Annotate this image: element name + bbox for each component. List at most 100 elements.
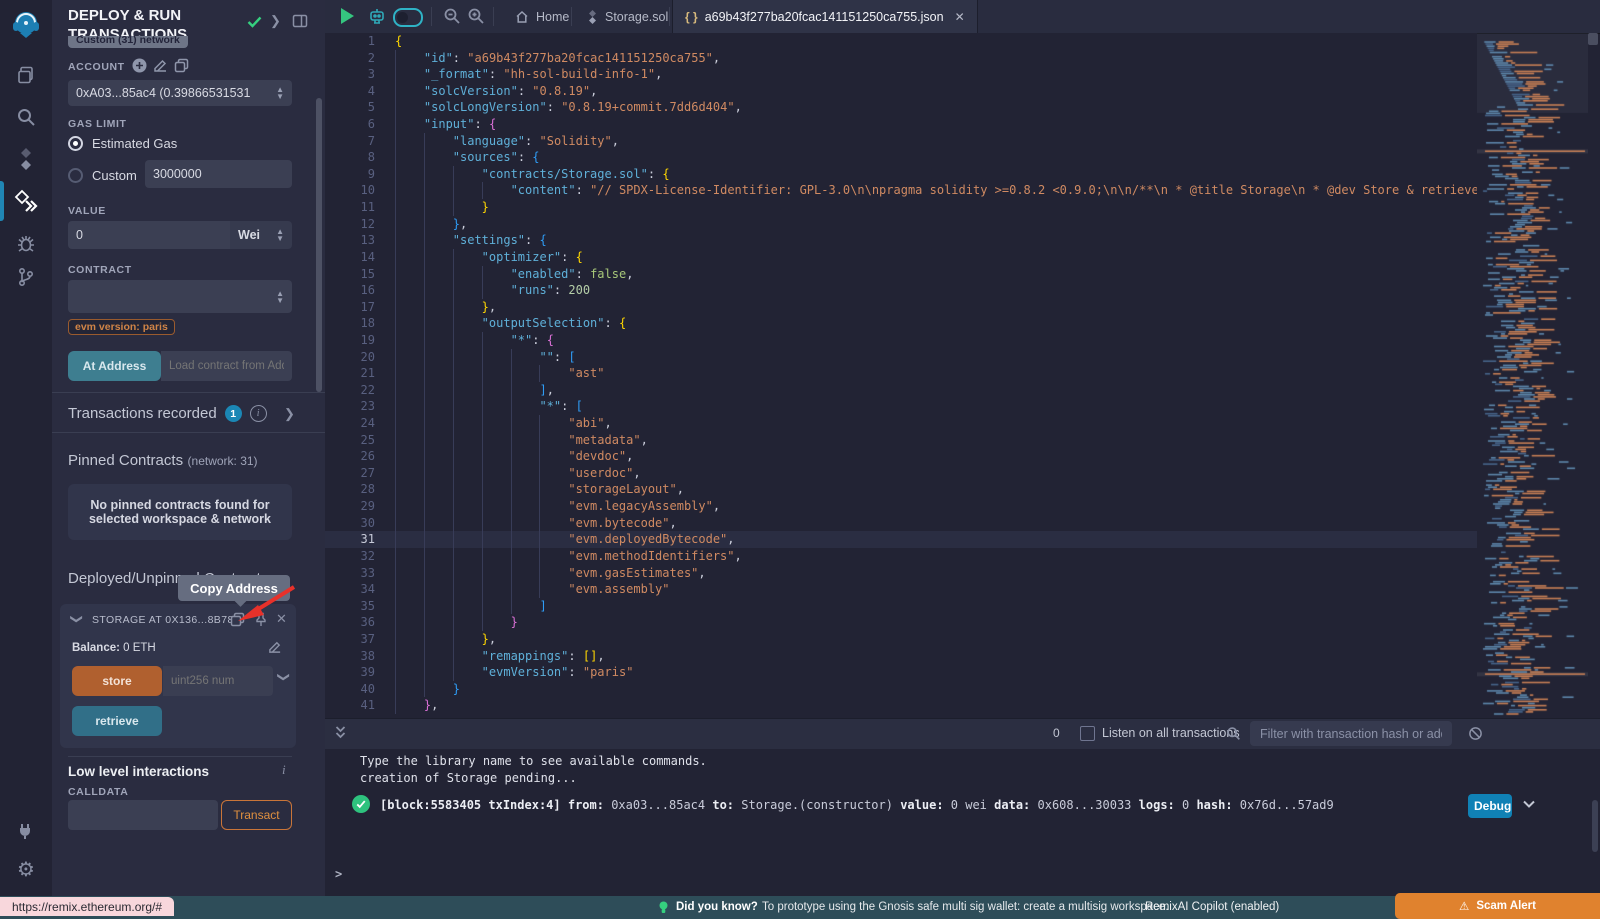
code-line[interactable]: 9"contracts/Storage.sol": {: [325, 166, 1477, 183]
zoom-out-icon[interactable]: [443, 7, 461, 30]
scam-alert-button[interactable]: ⚠ Scam Alert: [1395, 893, 1600, 919]
code-line[interactable]: 24"abi",: [325, 415, 1477, 432]
code-line[interactable]: 25"metadata",: [325, 432, 1477, 449]
code-line[interactable]: 11}: [325, 199, 1477, 216]
code-line[interactable]: 39"evmVersion": "paris": [325, 664, 1477, 681]
code-line[interactable]: 33"evm.gasEstimates",: [325, 565, 1477, 582]
code-line[interactable]: 35]: [325, 598, 1477, 615]
debugger-icon[interactable]: [0, 226, 52, 260]
value-unit-select[interactable]: Wei ▲▼: [230, 221, 292, 249]
expand-transactions-icon[interactable]: ❯: [284, 406, 295, 422]
calldata-input[interactable]: [68, 800, 218, 830]
code-line[interactable]: 38"remappings": [],: [325, 648, 1477, 665]
code-line[interactable]: 15"enabled": false,: [325, 266, 1477, 283]
code-line[interactable]: 17},: [325, 299, 1477, 316]
at-address-input[interactable]: [161, 351, 292, 381]
store-arg-input[interactable]: [163, 666, 273, 696]
gas-custom-input[interactable]: 3000000: [145, 160, 292, 188]
tab-storage-sol[interactable]: Storage.sol: [575, 0, 680, 33]
code-line[interactable]: 14"optimizer": {: [325, 249, 1477, 266]
code-line[interactable]: 3"_format": "hh-sol-build-info-1",: [325, 66, 1477, 83]
debug-button[interactable]: Debug: [1468, 794, 1512, 818]
code-line[interactable]: 36}: [325, 614, 1477, 631]
store-function-button[interactable]: store: [72, 666, 162, 696]
file-explorer-icon[interactable]: [0, 58, 52, 92]
editor-minimap[interactable]: [1477, 33, 1588, 718]
transact-button[interactable]: Transact: [221, 800, 292, 830]
contract-instance-title[interactable]: STORAGE AT 0X136...8B78: [92, 614, 234, 626]
code-line[interactable]: 2"id": "a69b43f277ba20fcac141151250ca755…: [325, 50, 1477, 67]
terminal-prompt[interactable]: >: [335, 867, 342, 881]
remix-logo[interactable]: [0, 6, 52, 44]
account-select[interactable]: 0xA03...85ac4 (0.39866531531 ▲▼: [68, 80, 292, 106]
info-icon[interactable]: i: [250, 405, 267, 422]
tx-log-line[interactable]: [block:5583405 txIndex:4] from: 0xa03...…: [380, 798, 1334, 812]
code-line[interactable]: 31"evm.deployedBytecode",: [325, 531, 1477, 548]
tab-json-active[interactable]: { } a69b43f277ba20fcac141151250ca755.jso…: [672, 0, 978, 33]
copilot-toggle[interactable]: [393, 8, 423, 27]
code-line[interactable]: 5"solcLongVersion": "0.8.19+commit.7dd6d…: [325, 99, 1477, 116]
plugin-manager-icon[interactable]: [0, 814, 52, 848]
add-account-icon[interactable]: [132, 58, 147, 78]
gas-custom-option[interactable]: Custom: [68, 168, 137, 183]
lowlevel-info-icon[interactable]: i: [282, 762, 286, 778]
deploy-run-icon[interactable]: [0, 184, 52, 218]
code-line[interactable]: 20"": [: [325, 349, 1477, 366]
code-line[interactable]: 41},: [325, 697, 1477, 714]
copy-account-icon[interactable]: [174, 58, 189, 78]
terminal-scrollbar[interactable]: [1592, 800, 1598, 852]
code-line[interactable]: 26"devdoc",: [325, 448, 1477, 465]
gas-estimated-option[interactable]: Estimated Gas: [68, 136, 177, 151]
value-input[interactable]: 0: [68, 221, 230, 249]
tab-home[interactable]: Home: [503, 0, 581, 33]
code-line[interactable]: 16"runs": 200: [325, 282, 1477, 299]
code-line[interactable]: 10"content": "// SPDX-License-Identifier…: [325, 182, 1477, 199]
solidity-compiler-icon[interactable]: [0, 142, 52, 176]
code-line[interactable]: 40}: [325, 681, 1477, 698]
code-line[interactable]: 22],: [325, 382, 1477, 399]
code-line[interactable]: 21"ast": [325, 365, 1477, 382]
clear-console-icon[interactable]: [1468, 726, 1483, 746]
code-line[interactable]: 34"evm.assembly": [325, 581, 1477, 598]
close-tab-icon[interactable]: ✕: [955, 10, 965, 24]
code-line[interactable]: 4"solcVersion": "0.8.19",: [325, 83, 1477, 100]
code-line[interactable]: 28"storageLayout",: [325, 481, 1477, 498]
expand-args-icon[interactable]: ❯: [277, 672, 291, 682]
listen-checkbox[interactable]: [1080, 726, 1095, 741]
pin-panel-icon[interactable]: [292, 13, 308, 34]
terminal-search-icon[interactable]: [1226, 726, 1241, 746]
code-line[interactable]: 13"settings": {: [325, 232, 1477, 249]
chevron-down-icon[interactable]: ❯: [70, 614, 84, 624]
code-line[interactable]: 23"*": [: [325, 398, 1477, 415]
code-line[interactable]: 8"sources": {: [325, 149, 1477, 166]
search-icon[interactable]: [0, 100, 52, 134]
zoom-in-icon[interactable]: [467, 7, 485, 30]
contract-select[interactable]: ▲▼: [68, 280, 292, 313]
edit-balance-icon[interactable]: [268, 640, 282, 659]
code-line[interactable]: 6"input": {: [325, 116, 1477, 133]
panel-scrollbar[interactable]: [316, 98, 322, 392]
copilot-status[interactable]: RemixAI Copilot (enabled): [1145, 901, 1279, 913]
code-line[interactable]: 1{: [325, 33, 1477, 50]
code-line[interactable]: 12},: [325, 216, 1477, 233]
collapse-panel-icon[interactable]: ❯: [270, 13, 281, 29]
code-line[interactable]: 32"evm.methodIdentifiers",: [325, 548, 1477, 565]
editor-scrollbar-thumb[interactable]: [1588, 33, 1598, 45]
edit-account-icon[interactable]: [153, 58, 168, 78]
collapse-terminal-icon[interactable]: [334, 724, 347, 747]
transactions-recorded-row[interactable]: Transactions recorded 1 i: [68, 405, 267, 422]
terminal[interactable]: Type the library name to see available c…: [325, 749, 1600, 896]
radio-unselected-icon[interactable]: [68, 168, 83, 183]
code-line[interactable]: 29"evm.legacyAssembly",: [325, 498, 1477, 515]
code-line[interactable]: 30"evm.bytecode",: [325, 515, 1477, 532]
code-line[interactable]: 18"outputSelection": {: [325, 315, 1477, 332]
expand-tx-icon[interactable]: [1521, 796, 1537, 816]
radio-selected-icon[interactable]: [68, 136, 83, 151]
code-editor[interactable]: 1{2"id": "a69b43f277ba20fcac141151250ca7…: [325, 33, 1477, 718]
git-icon[interactable]: [0, 260, 52, 294]
code-line[interactable]: 27"userdoc",: [325, 465, 1477, 482]
code-line[interactable]: 19"*": {: [325, 332, 1477, 349]
at-address-button[interactable]: At Address: [68, 351, 161, 381]
retrieve-function-button[interactable]: retrieve: [72, 706, 162, 736]
run-script-icon[interactable]: [341, 8, 354, 24]
